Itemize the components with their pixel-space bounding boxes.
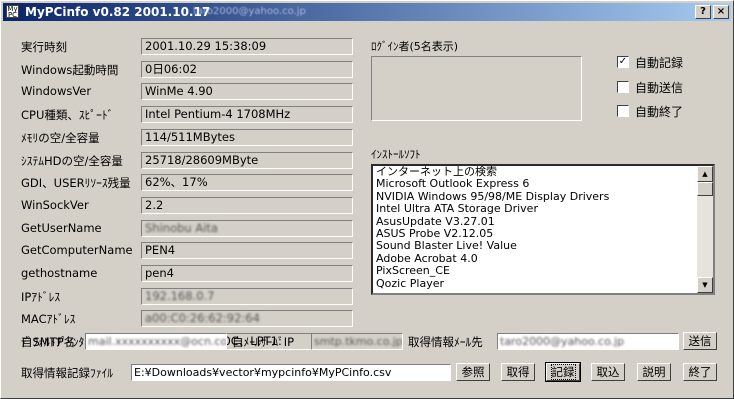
title-email: taro2000@yahoo.co.jp [193, 6, 306, 17]
info-label: MACｱﾄﾞﾚｽ [21, 312, 76, 327]
info-value: 0日06:02 [141, 60, 353, 78]
software-list-item[interactable]: Qozic Player [376, 277, 694, 290]
info-label: ﾒﾓﾘの空/全容量 [21, 130, 100, 145]
scroll-down-icon[interactable]: ▼ [697, 277, 713, 293]
auto-send-label[interactable]: 自動送信 [635, 79, 683, 96]
login-users-label: ﾛｸﾞｲﾝ者(5名表示) [371, 40, 459, 53]
vertical-scrollbar[interactable]: ▲ ▼ [697, 166, 713, 293]
smtp-input[interactable]: mail.xxxxxxxxxx@ocn.co.jp [85, 333, 227, 350]
software-items: インターネット上の検索 Microsoft Outlook Express 6 NV… [376, 166, 694, 290]
info-label: CPU種類、ｽﾋﾟｰﾄﾞ [21, 108, 114, 123]
info-value: Shinobu Aita [141, 219, 353, 237]
auto-exit-label[interactable]: 自動終了 [635, 103, 683, 120]
info-value: Intel Pentium-4 1708MHz [141, 106, 353, 124]
info-value: 2001.10.29 15:38:09 [141, 38, 353, 55]
software-list-item[interactable]: PixScreen_CE [376, 264, 694, 277]
info-value-text: PEN4 [145, 243, 176, 258]
auto-exit-checkbox[interactable] [617, 105, 629, 117]
get-button[interactable]: 取得 [501, 363, 535, 381]
info-value: PEN4 [141, 242, 353, 260]
title-bar[interactable]: My PC MyPCinfo v0.82 2001.10.17 taro2000… [3, 3, 731, 21]
info-label: gethostname [21, 266, 98, 280]
record-file-input[interactable]: E:¥Downloads¥vector¥mypcinfo¥MyPCinfo.cs… [131, 364, 451, 381]
help-text-button[interactable]: 説明 [637, 363, 671, 381]
import-button[interactable]: 取込 [591, 363, 625, 381]
mail-server-ip-input[interactable]: smtp.tkmo.co.jp [311, 333, 403, 350]
mail-destination-input[interactable]: taro2000@yahoo.co.jp [497, 333, 679, 350]
scroll-thumb[interactable] [697, 182, 713, 196]
mail-destination-value: taro2000@yahoo.co.jp [500, 335, 625, 348]
software-list-item[interactable]: Sound Blaster Live! Value [376, 239, 694, 252]
info-label: GetUserName [21, 220, 102, 235]
help-button[interactable]: ? [695, 5, 711, 19]
smtp-label: 自SMTP名 [21, 335, 76, 349]
info-value-text: 114/511MBytes [145, 129, 235, 144]
info-value-text: 2001.10.29 15:38:09 [145, 39, 267, 53]
info-label: GetComputerName [21, 243, 133, 258]
info-value-text: 25718/28609MByte [145, 152, 259, 167]
info-value-text: WinMe 4.90 [145, 84, 213, 99]
app-window: My PC MyPCinfo v0.82 2001.10.17 taro2000… [0, 0, 734, 399]
record-button[interactable]: 記録 [545, 362, 581, 382]
info-label: GDI、USERﾘｿｰｽ残量 [21, 176, 131, 191]
installed-software-list[interactable]: インターネット上の検索 Microsoft Outlook Express 6 NV… [371, 164, 715, 295]
mail-server-ip-value: smtp.tkmo.co.jp [314, 335, 403, 348]
installed-software-label: ｲﾝｽﾄｰﾙｿﾌﾄ [371, 148, 421, 161]
info-value-text: pen4 [145, 266, 174, 280]
scroll-up-icon[interactable]: ▲ [697, 166, 713, 182]
auto-record-label[interactable]: 自動記録 [635, 54, 683, 71]
close-button[interactable]: × [713, 5, 729, 19]
exit-button[interactable]: 終了 [683, 363, 717, 381]
record-file-label: 取得情報記録ﾌｧｲﾙ [21, 366, 113, 380]
info-label: IPｱﾄﾞﾚｽ [21, 289, 61, 304]
mail-destination-label: 取得情報ﾒｰﾙ先 [408, 335, 483, 349]
info-value-text: Intel Pentium-4 1708MHz [145, 107, 291, 122]
info-value: a00:C0:26:62:92:64 [141, 310, 353, 328]
app-icon: My PC [6, 5, 19, 19]
auto-send-checkbox[interactable] [617, 81, 629, 93]
software-list-item[interactable]: Microsoft Outlook Express 6 [376, 177, 694, 190]
send-button[interactable]: 送信 [683, 332, 717, 350]
info-label: ｼｽﾃﾑHDの空/全容量 [21, 153, 123, 168]
info-value: 62%、17% [141, 174, 353, 192]
info-value: 2.2 [141, 196, 353, 214]
info-label: WinSockVer [21, 197, 89, 212]
browse-button[interactable]: 参照 [456, 363, 490, 381]
info-value-text: 62%、17% [145, 175, 208, 190]
info-label: Windows起動時間 [21, 62, 119, 77]
info-value-text: 0日06:02 [145, 61, 197, 76]
info-value: 25718/28609MByte [141, 151, 353, 169]
window-title: MyPCinfo v0.82 2001.10.17 [25, 5, 211, 19]
info-label: 実行時刻 [21, 40, 67, 54]
info-value: 114/511MBytes [141, 128, 353, 146]
info-label: WindowsVer [21, 84, 92, 99]
info-value-text: 192.168.0.7 [145, 288, 215, 303]
info-value: 192.168.0.7 [141, 287, 353, 305]
login-users-box [371, 56, 582, 121]
info-value-text: Shinobu Aita [145, 220, 218, 235]
software-list-item[interactable]: Intel Ultra ATA Storage Driver [376, 202, 694, 215]
auto-record-checkbox[interactable]: ✓ [617, 56, 629, 68]
info-value: WinMe 4.90 [141, 83, 353, 101]
info-value-text: a00:C0:26:62:92:64 [145, 311, 260, 326]
info-value-text: 2.2 [145, 197, 164, 212]
smtp-value: mail.xxxxxxxxxx@ocn.co.jp [88, 335, 227, 348]
info-value: pen4 [141, 265, 353, 282]
mail-server-ip-label: 自ﾒｰﾙｻｰﾊﾞIP [232, 335, 295, 349]
record-button-label: 記録 [550, 364, 576, 380]
